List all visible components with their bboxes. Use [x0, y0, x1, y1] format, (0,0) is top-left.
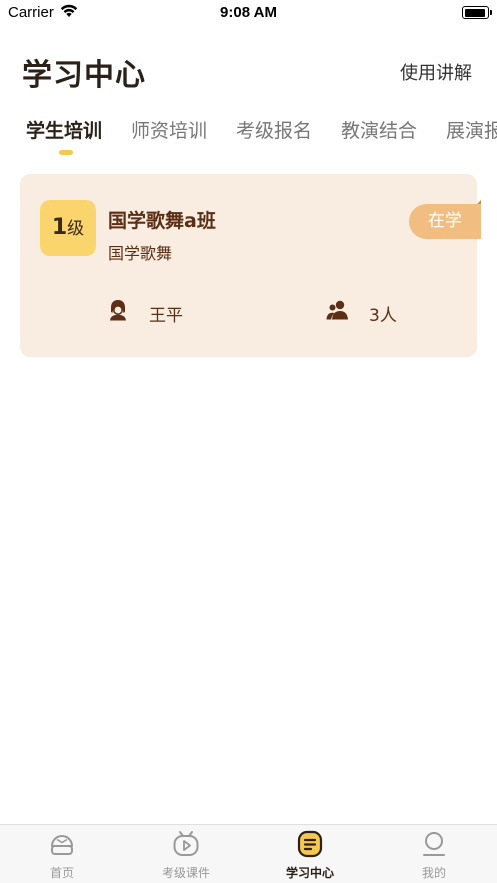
page-title: 学习中心 [22, 58, 146, 93]
class-name: 国学歌舞a班 [108, 210, 216, 232]
tab-show-signup[interactable]: 展演报名 [446, 116, 497, 143]
people-icon [326, 300, 348, 320]
nav-profile-label: 我的 [421, 866, 446, 880]
student-count: 3人 [369, 306, 397, 326]
tab-student-training[interactable]: 学生培训 [26, 116, 102, 143]
teacher-name: 王平 [149, 306, 183, 326]
level-badge: 1级 [40, 200, 96, 256]
tab-grade-exam-signup[interactable]: 考级报名 [236, 116, 312, 143]
screen: Carrier 9:08 AM 学习中心 使用讲解 学生培训 师资培训 考级报名… [0, 0, 497, 883]
status-badge: 在学 [409, 200, 481, 239]
home-icon [51, 835, 73, 855]
nav-home[interactable]: 首页 [0, 825, 124, 883]
nav-study-center-label: 学习中心 [285, 866, 334, 880]
nav-profile[interactable]: 我的 [372, 825, 496, 883]
active-tab-indicator [59, 150, 73, 155]
tab-teacher-training[interactable]: 师资培训 [131, 116, 207, 143]
level-unit: 级 [67, 219, 85, 239]
status-bar: Carrier 9:08 AM [0, 0, 497, 26]
tab-teach-perform[interactable]: 教演结合 [341, 116, 417, 143]
clock: 9:08 AM [220, 4, 277, 21]
battery-icon [462, 6, 492, 19]
class-subject: 国学歌舞 [108, 244, 173, 263]
teacher-icon [110, 300, 126, 321]
class-card[interactable]: 1级 国学歌舞a班 国学歌舞 在学 王平 3人 [20, 174, 481, 357]
nav-home-label: 首页 [49, 866, 74, 880]
video-icon [173, 831, 199, 856]
level-number: 1 [51, 215, 68, 240]
nav-exam-courseware-label: 考级课件 [161, 866, 210, 880]
nav-exam-courseware[interactable]: 考级课件 [124, 825, 248, 883]
category-tabs: 学生培训 师资培训 考级报名 教演结合 展演报名 [26, 116, 497, 160]
profile-icon [423, 832, 445, 856]
bottom-nav: 首页 考级课件 学习中心 我的 [0, 824, 497, 883]
study-icon [297, 830, 323, 858]
nav-study-center[interactable]: 学习中心 [248, 825, 372, 883]
usage-guide-link[interactable]: 使用讲解 [400, 59, 472, 85]
